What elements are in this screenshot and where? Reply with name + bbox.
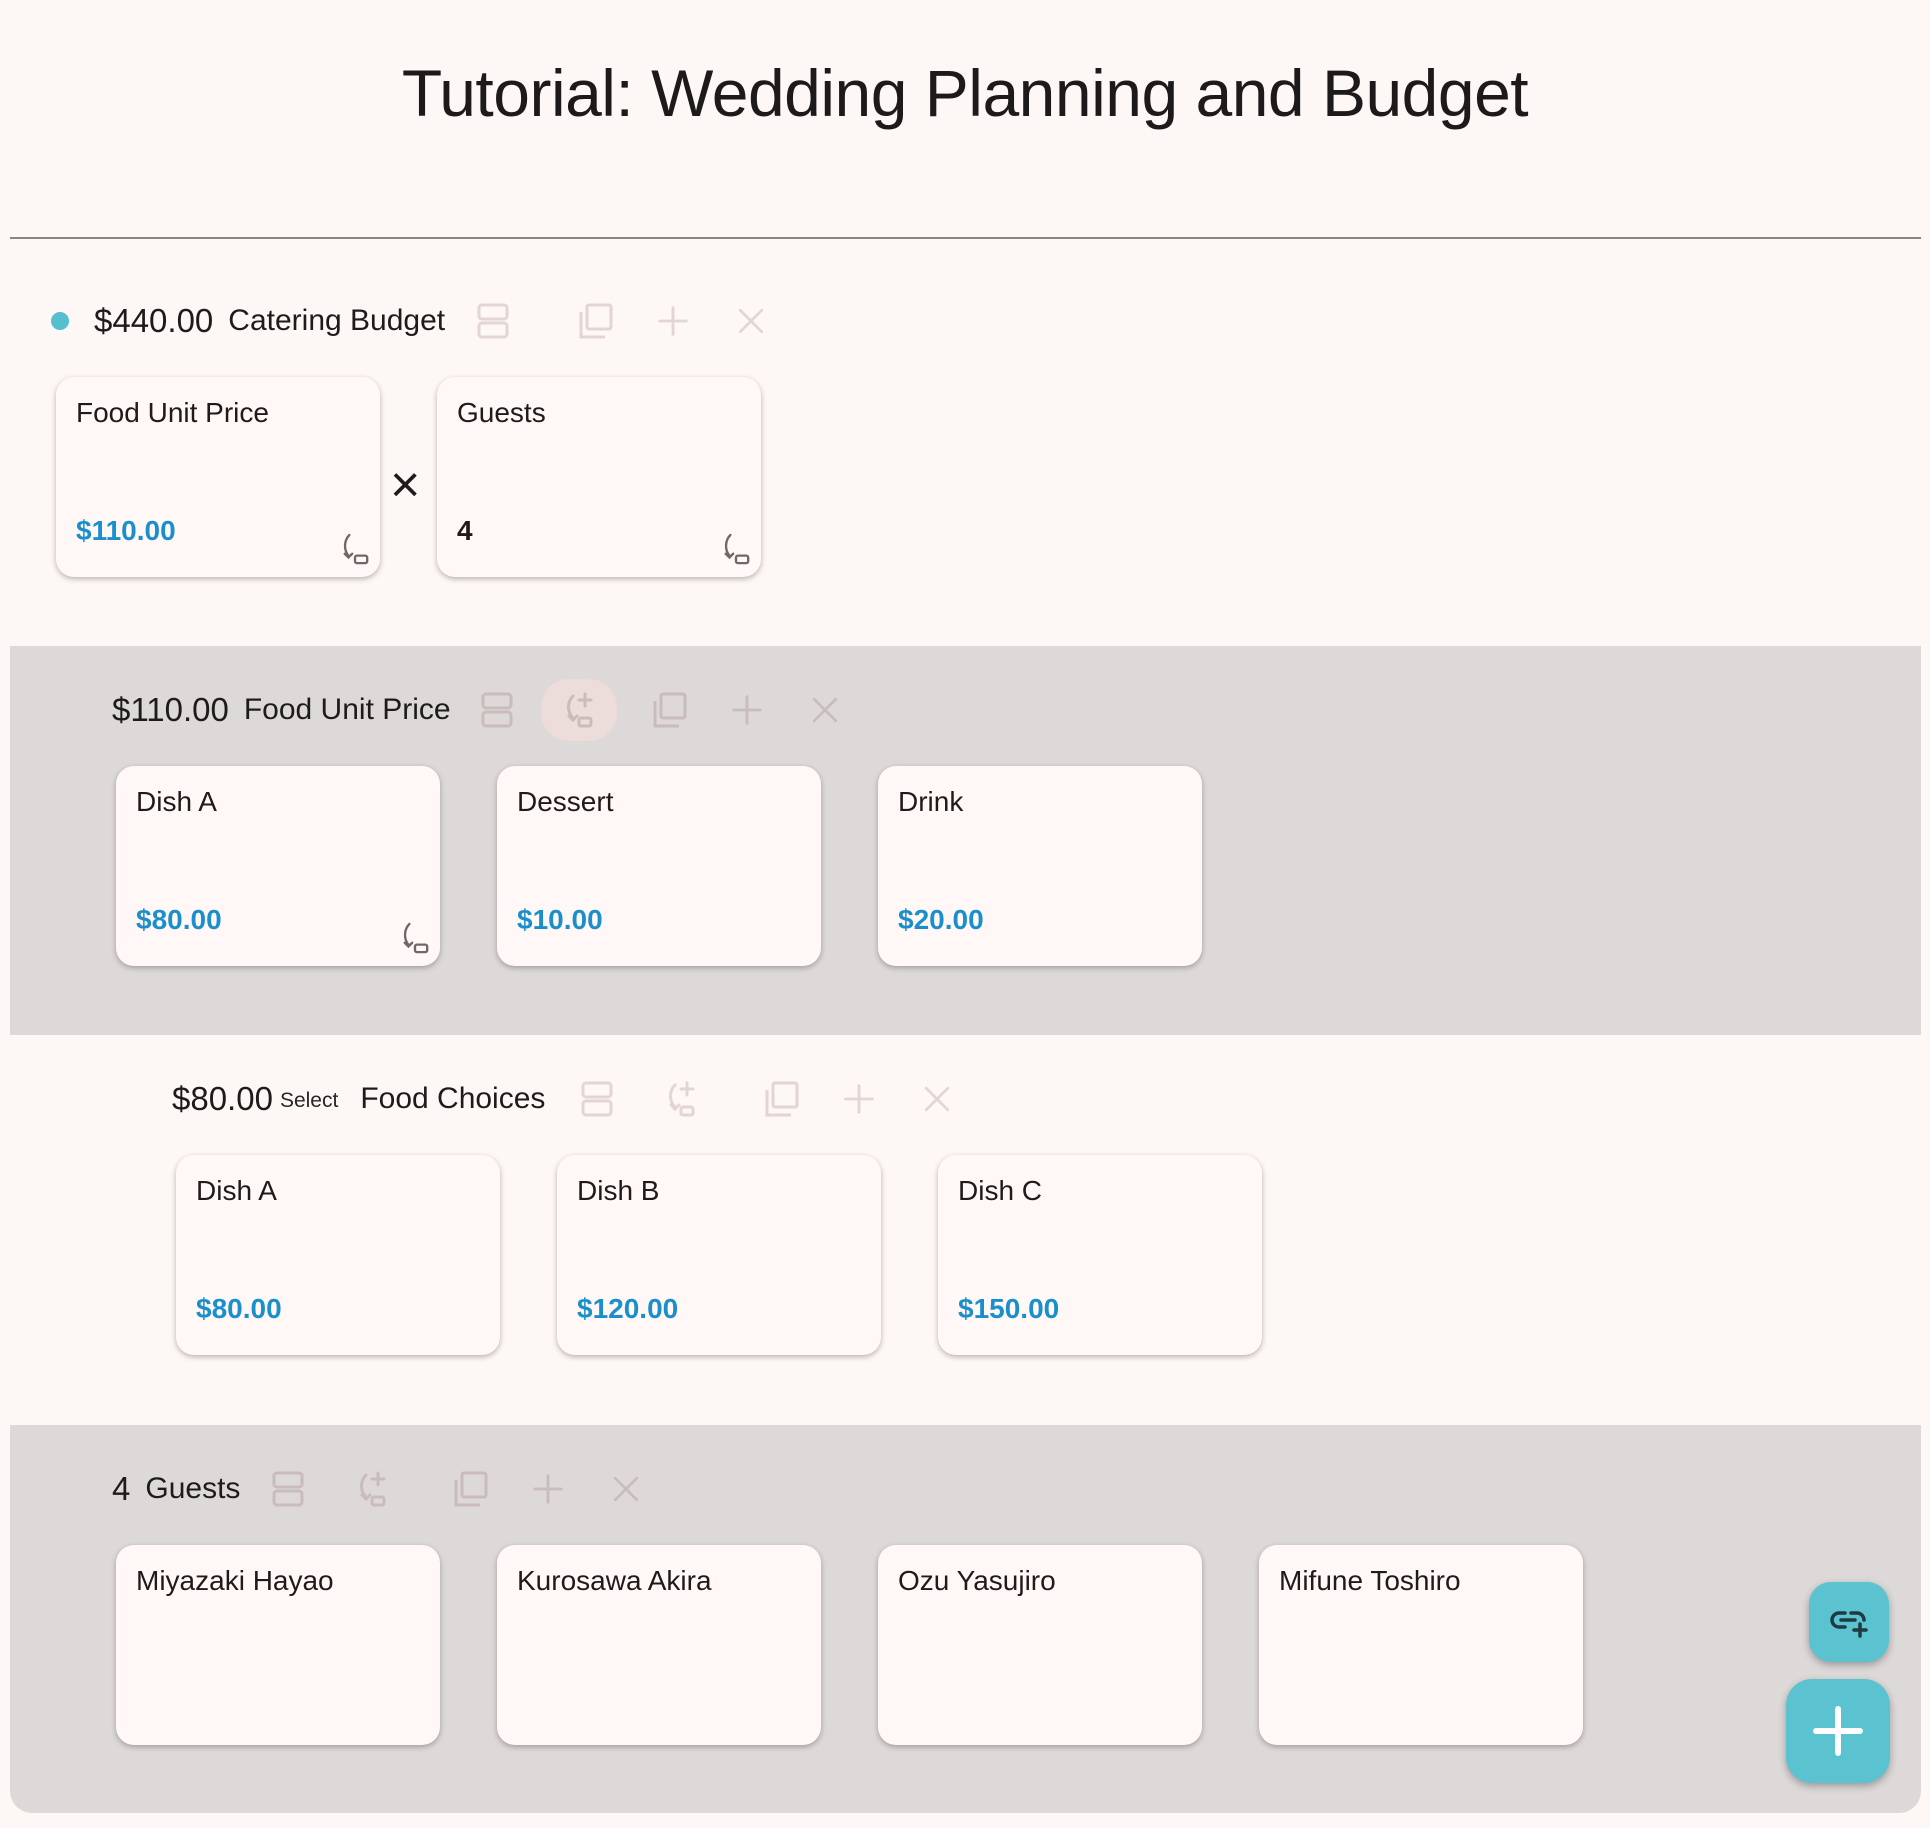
drill-add-icon[interactable]: [653, 1071, 709, 1127]
select-tag: Select: [279, 1089, 339, 1112]
split-icon[interactable]: [465, 293, 521, 349]
link-add-icon: [1830, 1611, 1868, 1638]
drill-down-icon[interactable]: [340, 533, 370, 567]
card-value: $120.00: [577, 1293, 679, 1324]
card-name: Kurosawa Akira: [517, 1565, 712, 1596]
row-header-food-unit-price: $110.00 Food Unit Price: [112, 679, 853, 741]
plus-icon[interactable]: [831, 1071, 887, 1127]
card-food-unit-price[interactable]: Food Unit Price $110.00: [56, 377, 380, 577]
card-dish-a[interactable]: Dish A $80.00: [116, 766, 440, 966]
duplicate-icon[interactable]: [753, 1071, 809, 1127]
card-name: Dessert: [517, 786, 614, 817]
card-drink[interactable]: Drink $20.00: [878, 766, 1202, 966]
card-value: $10.00: [517, 904, 603, 935]
plus-icon: [1813, 1706, 1863, 1756]
card-name: Drink: [898, 786, 964, 817]
title-divider: [10, 237, 1921, 239]
drill-add-icon[interactable]: [344, 1461, 400, 1517]
plus-icon[interactable]: [719, 682, 775, 738]
card-value: $80.00: [196, 1293, 282, 1324]
row-label[interactable]: Food Unit Price: [244, 693, 451, 727]
split-icon[interactable]: [260, 1461, 316, 1517]
split-icon[interactable]: [469, 682, 525, 738]
card-guest[interactable]: Ozu Yasujiro: [878, 1545, 1202, 1745]
close-icon[interactable]: [797, 682, 853, 738]
row-label[interactable]: Guests: [145, 1472, 240, 1506]
card-guests[interactable]: Guests 4: [437, 377, 761, 577]
card-guest[interactable]: Kurosawa Akira: [497, 1545, 821, 1745]
card-name: Mifune Toshiro: [1279, 1565, 1461, 1596]
close-icon[interactable]: [723, 293, 779, 349]
card-dessert[interactable]: Dessert $10.00: [497, 766, 821, 966]
row-amount: $110.00: [112, 691, 229, 728]
split-icon[interactable]: [569, 1071, 625, 1127]
row-label[interactable]: Catering Budget: [228, 304, 445, 338]
drill-down-icon[interactable]: [400, 922, 430, 956]
card-value: $80.00: [136, 904, 222, 935]
card-name: Dish A: [136, 786, 217, 817]
duplicate-icon[interactable]: [442, 1461, 498, 1517]
row-amount: $80.00: [172, 1080, 273, 1117]
card-name: Ozu Yasujiro: [898, 1565, 1056, 1596]
card-value: 4: [457, 515, 473, 546]
row-header-catering-budget: $440.00 Catering Budget: [51, 296, 779, 346]
multiply-operator: ×: [390, 456, 421, 514]
card-guest[interactable]: Miyazaki Hayao: [116, 1545, 440, 1745]
status-dot: [51, 312, 69, 330]
row-header-guests: 4 Guests: [112, 1464, 654, 1514]
row-amount: 4: [112, 1470, 131, 1507]
duplicate-icon[interactable]: [567, 293, 623, 349]
close-icon[interactable]: [598, 1461, 654, 1517]
page-title: Tutorial: Wedding Planning and Budget: [401, 56, 1529, 130]
card-dish-c[interactable]: Dish C $150.00: [938, 1155, 1262, 1355]
add-item-button[interactable]: [1786, 1679, 1890, 1783]
plus-icon[interactable]: [520, 1461, 576, 1517]
row-amount: $440.00: [94, 302, 214, 339]
row-label[interactable]: Food Choices: [360, 1082, 545, 1116]
add-link-button[interactable]: [1809, 1582, 1889, 1662]
row-header-food-choices: $80.00 Select Food Choices: [172, 1074, 965, 1124]
close-icon[interactable]: [909, 1071, 965, 1127]
card-guest[interactable]: Mifune Toshiro: [1259, 1545, 1583, 1745]
card-value: $20.00: [898, 904, 984, 935]
drill-add-icon[interactable]: [540, 679, 617, 741]
card-name: Dish B: [577, 1175, 660, 1206]
card-name: Dish A: [196, 1175, 277, 1206]
card-value: $150.00: [958, 1293, 1060, 1324]
card-name: Food Unit Price: [76, 397, 269, 428]
card-dish-b[interactable]: Dish B $120.00: [557, 1155, 881, 1355]
card-name: Dish C: [958, 1175, 1043, 1206]
duplicate-icon[interactable]: [641, 682, 697, 738]
card-value: $110.00: [76, 515, 176, 546]
drill-down-icon[interactable]: [721, 533, 751, 567]
card-name: Guests: [457, 397, 546, 428]
plus-icon[interactable]: [645, 293, 701, 349]
card-name: Miyazaki Hayao: [136, 1565, 334, 1596]
card-dish-a[interactable]: Dish A $80.00: [176, 1155, 500, 1355]
